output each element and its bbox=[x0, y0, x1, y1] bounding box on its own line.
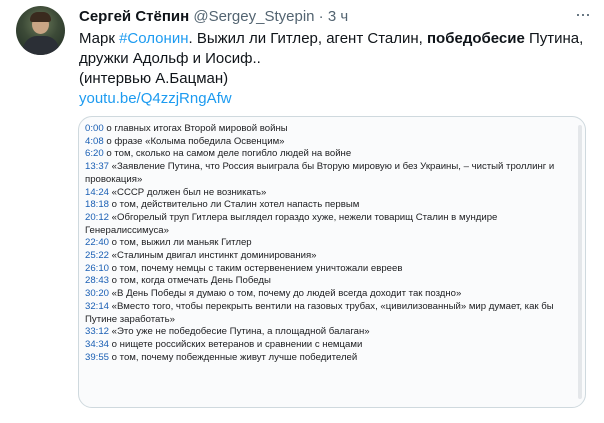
timestamp-description: «Обгорелый труп Гитлера выглядел гораздо… bbox=[85, 211, 498, 236]
timestamp-description: о том, сколько на самом деле погибло люд… bbox=[103, 148, 352, 160]
timestamp-description: о том, выжил ли маньяк Гитлер bbox=[109, 237, 252, 249]
timestamp-list: 0:00 о главных итогах Второй мировой вой… bbox=[85, 123, 575, 364]
timestamp-time: 20:12 bbox=[85, 211, 110, 223]
tweet-text-part: . Выжил ли Гитлер, агент Сталин, bbox=[188, 30, 427, 47]
timestamp-entry: 4:08 о фразе «Колыма победила Освенцим» bbox=[85, 136, 575, 149]
timestamp-entry: 33:12 «Это уже не победобесие Путина, а … bbox=[85, 326, 575, 339]
ellipsis-icon: ··· bbox=[575, 4, 591, 24]
timestamp-description: «Вместо того, чтобы перекрыть вентили на… bbox=[85, 300, 554, 325]
author-handle[interactable]: @Sergey_Styepin bbox=[193, 8, 314, 25]
timestamp-time: 25:22 bbox=[85, 250, 110, 262]
avatar-body-shape bbox=[23, 36, 59, 55]
timestamp-time: 39:55 bbox=[85, 351, 110, 363]
youtube-link[interactable]: youtu.be/Q4zzjRngAfw bbox=[79, 89, 591, 109]
timestamp-entry: 13:37 «Заявление Путина, что Россия выиг… bbox=[85, 161, 575, 186]
author-avatar[interactable] bbox=[16, 6, 65, 55]
tweet-line-1: Марк #Солонин. Выжил ли Гитлер, агент Ст… bbox=[79, 29, 591, 49]
timestamp-time: 13:37 bbox=[85, 161, 110, 173]
tweet-text-part: Путина, bbox=[524, 30, 584, 47]
timestamp-time: 26:10 bbox=[85, 262, 110, 274]
timestamp-entry: 6:20 о том, сколько на самом деле погибл… bbox=[85, 148, 575, 161]
tweet-line-2: дружки Адольф и Иосиф.. bbox=[79, 50, 261, 67]
timestamp-description: «Заявление Путина, что Россия выиграла б… bbox=[85, 161, 555, 185]
timestamp-description: о фразе «Колыма победила Освенцим» bbox=[103, 135, 285, 147]
timestamp-time: 18:18 bbox=[85, 199, 110, 211]
tweet-text: Марк #Солонин. Выжил ли Гитлер, агент Ст… bbox=[79, 29, 591, 109]
tweet-line-3: (интервью А.Бацман) bbox=[79, 70, 229, 87]
header-separator: · bbox=[318, 8, 324, 25]
timestamp-time: 6:20 bbox=[85, 148, 104, 160]
timestamp-description: о том, действительно ли Сталин хотел нап… bbox=[109, 199, 360, 211]
timestamp-time: 4:08 bbox=[85, 135, 104, 147]
timestamp-entry: 28:43 о том, когда отмечать День Победы bbox=[85, 275, 575, 288]
timestamp-description: «В День Победы я думаю о том, почему до … bbox=[109, 288, 462, 300]
timestamp-entry: 26:10 о том, почему немцы с таким остерв… bbox=[85, 263, 575, 276]
tweet-text-part: Марк bbox=[79, 30, 120, 47]
author-name[interactable]: Сергей Стёпин bbox=[79, 8, 189, 25]
timestamp-entry: 30:20 «В День Победы я думаю о том, поче… bbox=[85, 288, 575, 301]
timestamp-entry: 20:12 «Обгорелый труп Гитлера выглядел г… bbox=[85, 212, 575, 237]
more-options-button[interactable]: ··· bbox=[575, 4, 591, 24]
timestamp-time: 0:00 bbox=[85, 123, 104, 134]
tweet-header: Сергей Стёпин @Sergey_Styepin · 3 ч bbox=[79, 7, 348, 27]
image-scrollbar bbox=[578, 125, 582, 399]
timestamp-description: о главных итогах Второй мировой войны bbox=[103, 123, 288, 134]
timestamp-description: о нищете российских ветеранов и сравнени… bbox=[109, 338, 363, 350]
timestamp-entry: 18:18 о том, действительно ли Сталин хот… bbox=[85, 199, 575, 212]
timestamp-time: 32:14 bbox=[85, 300, 110, 312]
timestamp-time: 30:20 bbox=[85, 288, 110, 300]
timestamp-entry: 32:14 «Вместо того, чтобы перекрыть вент… bbox=[85, 301, 575, 326]
timestamp-entry: 34:34 о нищете российских ветеранов и ср… bbox=[85, 339, 575, 352]
tweet-time[interactable]: 3 ч bbox=[328, 8, 348, 25]
timestamp-description: «СССР должен был не возникать» bbox=[109, 186, 267, 198]
timestamp-time: 22:40 bbox=[85, 237, 110, 249]
timestamp-description: о том, когда отмечать День Победы bbox=[109, 275, 271, 287]
bold-word: победобесие bbox=[426, 30, 525, 47]
timestamp-entry: 22:40 о том, выжил ли маньяк Гитлер bbox=[85, 237, 575, 250]
timestamp-time: 14:24 bbox=[85, 186, 110, 198]
timestamp-time: 28:43 bbox=[85, 275, 110, 287]
timestamp-description: о том, почему немцы с таким остервенение… bbox=[109, 262, 403, 274]
timestamp-description: «Это уже не победобесие Путина, а площад… bbox=[109, 326, 370, 338]
timestamp-description: «Сталиным двигал инстинкт доминирования» bbox=[109, 250, 317, 262]
timestamp-entry: 0:00 о главных итогах Второй мировой вой… bbox=[85, 123, 575, 136]
attached-image[interactable]: 0:00 о главных итогах Второй мировой вой… bbox=[78, 116, 586, 408]
timestamp-entry: 14:24 «СССР должен был не возникать» bbox=[85, 187, 575, 200]
timestamp-time: 34:34 bbox=[85, 338, 110, 350]
timestamp-entry: 39:55 о том, почему побежденные живут лу… bbox=[85, 352, 575, 365]
timestamp-description: о том, почему побежденные живут лучше по… bbox=[109, 351, 358, 363]
avatar-hair-shape bbox=[30, 12, 51, 22]
timestamp-time: 33:12 bbox=[85, 326, 110, 338]
timestamp-entry: 25:22 «Сталиным двигал инстинкт доминиро… bbox=[85, 250, 575, 263]
hashtag-link[interactable]: #Солонин bbox=[119, 30, 188, 47]
